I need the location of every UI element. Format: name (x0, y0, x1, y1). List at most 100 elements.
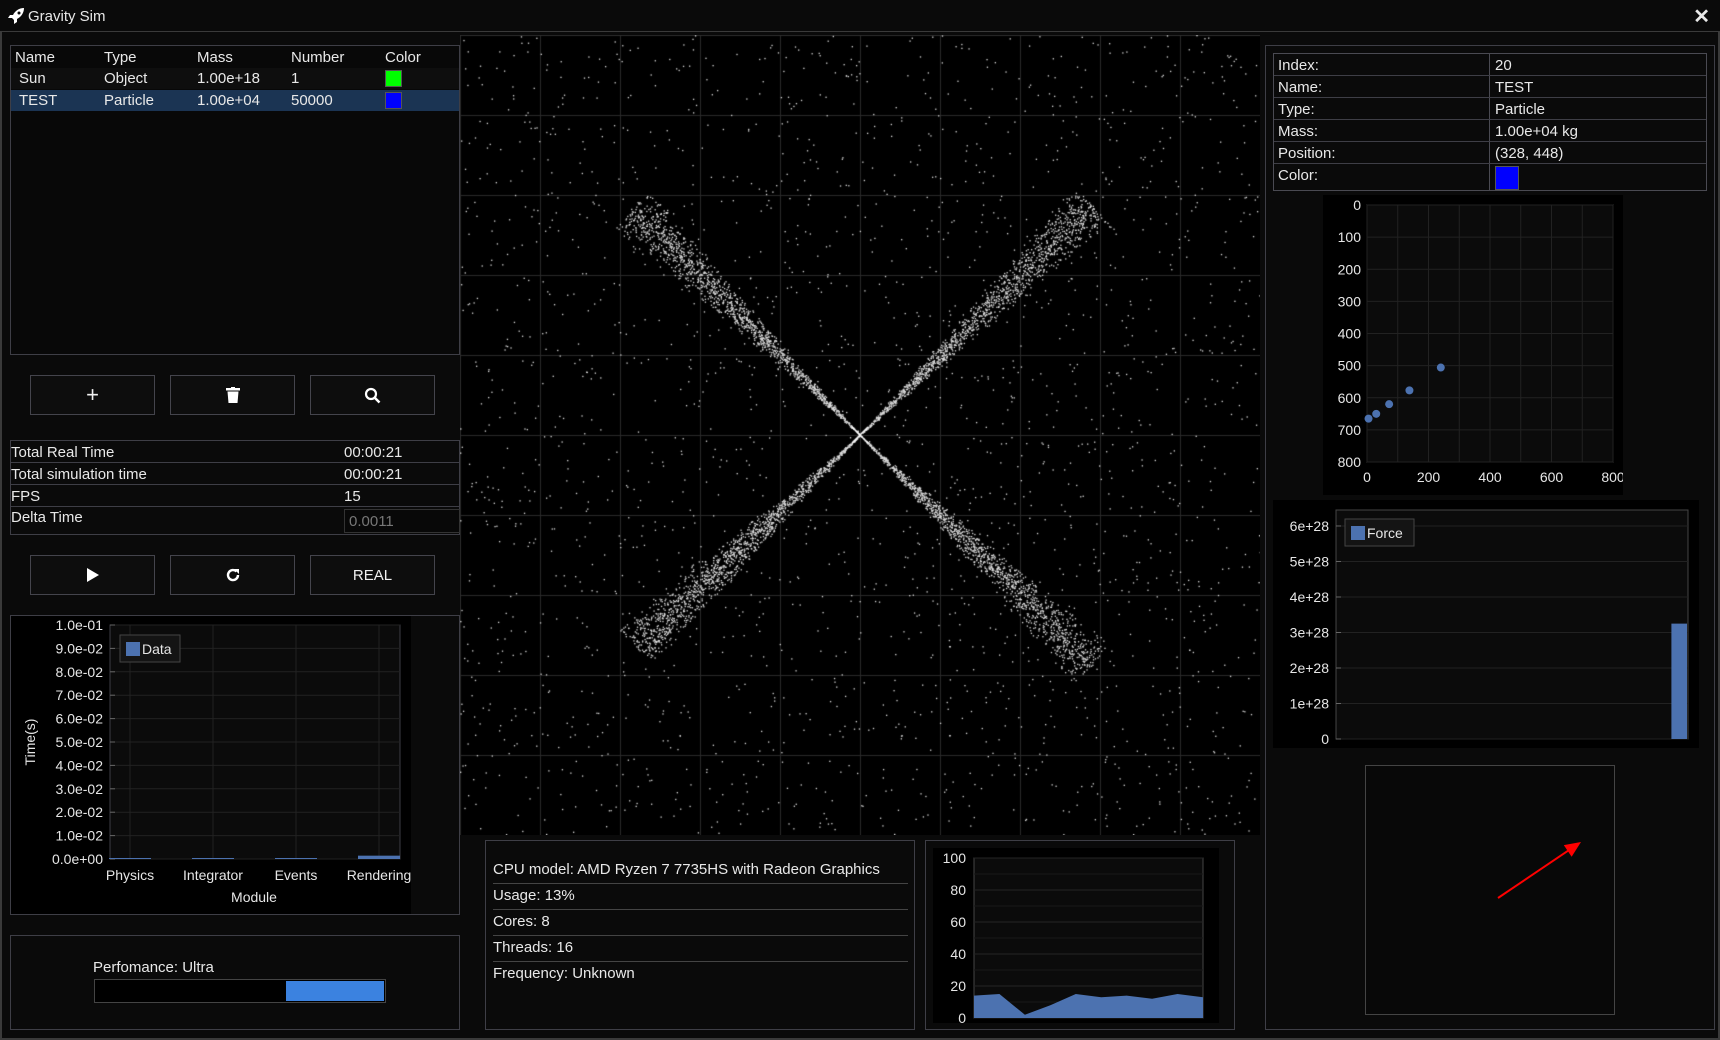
x-tick-label: Rendering (347, 867, 412, 883)
objects-table: Name Type Mass Number Color Sun Object 1… (10, 45, 460, 355)
x-tick-label: 800 (1601, 469, 1623, 485)
legend-label: Force (1367, 525, 1403, 541)
delta-time-input[interactable]: 0.0011 (344, 509, 460, 533)
performance-panel: Perfomance: Ultra (10, 935, 460, 1030)
delete-object-button[interactable] (170, 375, 295, 415)
cpu-usage: Usage: 13% (493, 887, 575, 904)
y-tick-label: 0 (1321, 731, 1329, 747)
color-swatch[interactable] (385, 92, 402, 109)
search-icon (364, 387, 381, 403)
simulation-viewport[interactable] (460, 35, 1260, 835)
x-tick-label: Integrator (183, 867, 243, 883)
refresh-icon (226, 568, 239, 582)
cpu-cores: Cores: 8 (493, 913, 550, 930)
x-tick-label: Events (275, 867, 318, 883)
stat-label: FPS (11, 488, 41, 505)
y-tick-label: 600 (1338, 390, 1362, 406)
cpu-info-panel: CPU model: AMD Ryzen 7 7735HS with Radeo… (485, 840, 915, 1030)
module-time-chart[interactable]: 0.0e+00 1.0e-02 2.0e-02 3.0e-02 4.0e-02 5.0e-… (0, 600, 470, 920)
info-value: TEST (1495, 79, 1534, 96)
y-tick-label: 60 (950, 914, 966, 930)
info-label: Mass: (1278, 123, 1319, 140)
search-button[interactable] (310, 375, 435, 415)
y-tick-label: 800 (1338, 454, 1362, 470)
add-object-button[interactable]: + (30, 375, 155, 415)
info-label: Position: (1278, 145, 1336, 162)
performance-label: Perfomance: Ultra (93, 959, 214, 976)
cpu-threads: Threads: 16 (493, 939, 574, 956)
table-row[interactable]: Sun Object 1.00e+18 1 (11, 68, 459, 89)
force-chart[interactable]: 0 1e+28 2e+28 3e+28 4e+28 5e+28 6e+28 Force (1273, 500, 1699, 748)
y-tick-label: 2.0e-02 (56, 804, 104, 820)
y-tick-label: 300 (1338, 293, 1362, 309)
x-tick-label: 0 (1363, 469, 1371, 485)
row-name: TEST (19, 92, 58, 109)
selected-color-swatch[interactable] (1495, 166, 1519, 190)
y-tick-label: 40 (950, 946, 966, 962)
row-number: 1 (291, 70, 300, 87)
info-value: 1.00e+04 kg (1495, 123, 1578, 140)
y-tick-label: 1.0e-01 (56, 617, 104, 633)
stat-row: Total Real Time 00:00:21 (11, 441, 459, 463)
y-tick-label: 2e+28 (1290, 660, 1330, 676)
data-point (1385, 400, 1394, 409)
column-header-mass[interactable]: Mass (197, 49, 233, 66)
stat-value: 00:00:21 (344, 444, 403, 461)
stat-row: Total simulation time 00:00:21 (11, 463, 459, 485)
column-header-type[interactable]: Type (104, 49, 137, 66)
bar (358, 855, 400, 859)
column-header-color[interactable]: Color (385, 49, 421, 66)
stat-value: 15 (344, 488, 361, 505)
bar (109, 858, 151, 859)
stats-table: Total Real Time 00:00:21 Total simulation… (10, 440, 460, 535)
reset-button[interactable] (170, 555, 295, 595)
info-value: 20 (1495, 57, 1512, 74)
column-header-name[interactable]: Name (15, 49, 55, 66)
y-tick-label: 9.0e-02 (56, 640, 104, 656)
cpu-frequency: Frequency: Unknown (493, 965, 635, 982)
stat-value: 00:00:21 (344, 466, 403, 483)
row-name: Sun (19, 70, 46, 87)
play-icon (86, 568, 99, 582)
y-tick-label: 4e+28 (1290, 589, 1330, 605)
real-mode-button[interactable]: REAL (310, 555, 435, 595)
column-header-number[interactable]: Number (291, 49, 344, 66)
info-value: Particle (1495, 101, 1546, 118)
x-tick-label: Physics (106, 867, 154, 883)
info-label: Index: (1278, 57, 1319, 74)
legend-label: Data (142, 641, 172, 657)
y-tick-label: 6e+28 (1290, 518, 1330, 534)
info-label: Name: (1278, 79, 1323, 96)
cpu-model: CPU model: AMD Ryzen 7 7735HS with Radeo… (493, 861, 880, 878)
y-tick-label: 0 (958, 1010, 966, 1026)
table-row[interactable]: TEST Particle 1.00e+04 50000 (11, 90, 459, 111)
x-tick-label: 200 (1417, 469, 1441, 485)
y-tick-label: 200 (1338, 261, 1362, 277)
row-type: Particle (104, 92, 155, 109)
y-tick-label: 8.0e-02 (56, 664, 104, 680)
performance-bar (94, 979, 386, 1003)
info-value: (328, 448) (1495, 145, 1564, 162)
legend-swatch (126, 642, 140, 656)
y-tick-label: 500 (1338, 358, 1362, 374)
y-tick-label: 20 (950, 978, 966, 994)
close-icon[interactable]: ✕ (1693, 4, 1710, 29)
info-label: Type: (1278, 101, 1315, 118)
x-axis-label: Module (231, 889, 277, 905)
cpu-usage-chart[interactable]: 0 20 40 60 80 100 (925, 840, 1235, 1030)
color-swatch[interactable] (385, 70, 402, 87)
position-trail-chart[interactable]: 01002003004005006007008000 200 400 600 800 (1323, 195, 1623, 495)
trash-icon (225, 387, 240, 403)
y-tick-label: 400 (1338, 326, 1362, 342)
y-tick-label: 700 (1338, 422, 1362, 438)
row-number: 50000 (291, 92, 333, 109)
data-point (1405, 386, 1414, 395)
y-tick-label: 5.0e-02 (56, 734, 104, 750)
y-tick-label: 4.0e-02 (56, 757, 104, 773)
y-tick-label: 80 (950, 882, 966, 898)
play-button[interactable] (30, 555, 155, 595)
force-vector-view (1365, 765, 1615, 1015)
y-tick-label: 1e+28 (1290, 695, 1330, 711)
plus-icon: + (86, 382, 99, 407)
row-type: Object (104, 70, 148, 87)
